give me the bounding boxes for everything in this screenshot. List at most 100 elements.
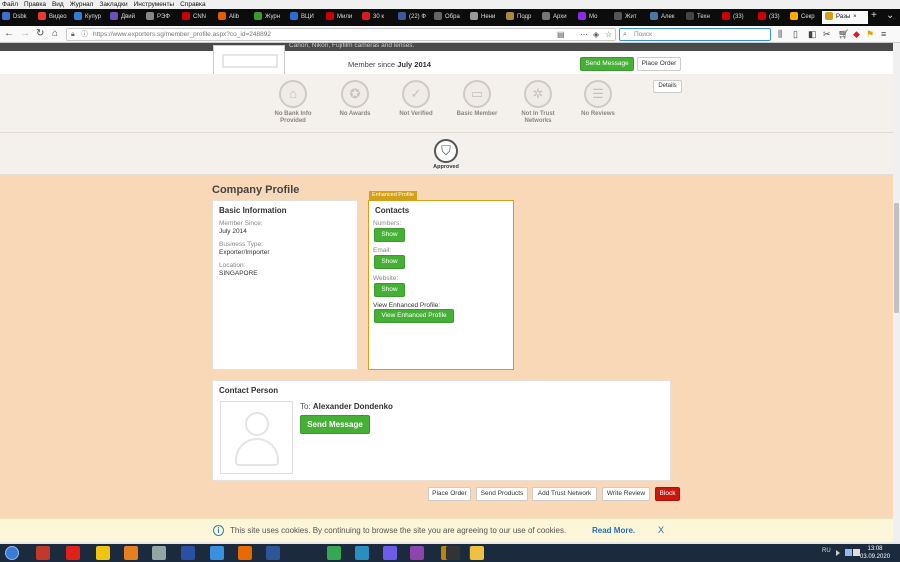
globe-icon[interactable]	[355, 546, 369, 560]
browser-tab[interactable]: Купур	[74, 11, 108, 24]
add-trust-network-button[interactable]: Add Trust Network	[532, 487, 597, 501]
browser-tab[interactable]: (22) Ф	[398, 11, 432, 24]
photos-icon[interactable]	[410, 546, 424, 560]
business-type-value: Exporter/Importer	[219, 249, 270, 256]
details-button[interactable]: Details	[653, 80, 682, 93]
read-more-link[interactable]: Read More.	[592, 526, 635, 535]
chrome-icon[interactable]	[327, 546, 341, 560]
show-website-button[interactable]: Show	[374, 283, 405, 297]
cookie-close-button[interactable]: X	[658, 525, 664, 535]
addon-icon[interactable]: ◆	[853, 29, 860, 40]
site-info-icon[interactable]: ⓘ	[81, 29, 88, 40]
tray-expand-icon[interactable]	[836, 550, 840, 556]
tab-label: Техн	[697, 14, 710, 20]
sidebar-icon[interactable]: ▯	[793, 29, 798, 40]
batman-icon[interactable]	[96, 546, 110, 560]
cart-icon[interactable]: 🛒︎	[838, 29, 849, 40]
back-icon[interactable]: ←	[4, 28, 14, 40]
menu-item[interactable]: Файл	[2, 1, 18, 8]
write-review-button[interactable]: Write Review	[602, 487, 650, 501]
profile-badge: ⌂ No Bank Info Provided	[263, 80, 323, 125]
menu-item[interactable]: Закладки	[99, 1, 127, 8]
close-tab-icon[interactable]: ×	[853, 14, 857, 20]
network-tray-icon[interactable]	[845, 549, 852, 556]
settings-icon[interactable]	[152, 546, 166, 560]
browser-tab[interactable]: Двий	[110, 11, 144, 24]
tray-language[interactable]: RU	[822, 548, 831, 554]
search-input[interactable]: ⌕ Поиск	[619, 28, 771, 41]
show-email-button[interactable]: Show	[374, 255, 405, 269]
volume-tray-icon[interactable]	[853, 549, 860, 556]
browser-tab[interactable]: Техн	[686, 11, 720, 24]
browser-tab[interactable]: Видео	[38, 11, 72, 24]
home-icon[interactable]: ⌂	[52, 28, 58, 40]
url-bar[interactable]: ⓘ 🔒︎ https://www.exporters.sg/member_pro…	[66, 28, 616, 41]
cyberlink-icon[interactable]	[36, 546, 50, 560]
page-actions-icon[interactable]: ⋯	[580, 29, 588, 40]
menu-icon[interactable]: ≡	[881, 29, 886, 39]
start-button[interactable]	[2, 544, 22, 562]
browser-tab[interactable]: (33)	[758, 11, 792, 24]
basic-info-title: Basic Information	[219, 206, 287, 215]
menu-item[interactable]: Справка	[180, 1, 206, 8]
browser-tab[interactable]: Архи	[542, 11, 576, 24]
reader-view-icon[interactable]: ▤	[557, 29, 565, 40]
browser-tab[interactable]: Алек	[650, 11, 684, 24]
addon-flag-icon[interactable]: ⚑	[866, 29, 874, 40]
browser-tab[interactable]: ВЦИ	[290, 11, 324, 24]
browser-tab[interactable]: Dsbk	[2, 11, 36, 24]
ie-icon[interactable]	[210, 546, 224, 560]
media-player-icon[interactable]	[124, 546, 138, 560]
reload-icon[interactable]: ↻	[36, 28, 44, 40]
browser-tab[interactable]: Нени	[470, 11, 504, 24]
g-icon[interactable]	[446, 546, 460, 560]
browser-tab[interactable]: Разы ×	[822, 11, 868, 24]
screenshot-icon[interactable]: ✂	[823, 29, 831, 40]
bookmark-star-icon[interactable]: ☆	[605, 29, 612, 40]
clock[interactable]: 13:08 03.09.2020	[860, 545, 890, 561]
block-button[interactable]: Block	[655, 487, 680, 501]
new-tab-button[interactable]: +	[871, 10, 877, 21]
clock-time: 13:08	[867, 546, 883, 552]
browser-tab[interactable]: Alib	[218, 11, 252, 24]
send-products-button[interactable]: Send Products	[476, 487, 528, 501]
browser-tab[interactable]: Журн	[254, 11, 288, 24]
browser-tab[interactable]: Секр	[790, 11, 824, 24]
place-order-action-button[interactable]: Place Order	[428, 487, 471, 501]
pocket-toolbar-icon[interactable]: ◧	[808, 29, 817, 40]
pocket-icon[interactable]: ◈	[593, 29, 599, 40]
browser-tab[interactable]: Мо	[578, 11, 612, 24]
browser-tab[interactable]: Жит	[614, 11, 648, 24]
save-icon[interactable]	[181, 546, 195, 560]
browser-tab[interactable]: CNN	[182, 11, 216, 24]
word-icon[interactable]	[266, 546, 280, 560]
menu-item[interactable]: Правка	[24, 1, 46, 8]
browser-tab[interactable]: РЭФ	[146, 11, 180, 24]
place-order-button[interactable]: Place Order	[637, 57, 681, 71]
send-message-button[interactable]: Send Message	[580, 57, 634, 71]
company-profile-title: Company Profile	[212, 184, 300, 196]
forward-icon[interactable]: →	[20, 28, 30, 40]
menu-item[interactable]: Вид	[52, 1, 64, 8]
opera-icon[interactable]	[66, 546, 80, 560]
contact-send-message-button[interactable]: Send Message	[300, 415, 370, 434]
app-icon[interactable]	[383, 546, 397, 560]
browser-tab[interactable]: Обра	[434, 11, 468, 24]
menu-item[interactable]: Инструменты	[134, 1, 175, 8]
show-numbers-button[interactable]: Show	[374, 228, 405, 242]
tab-label: CNN	[193, 14, 206, 20]
library-icon[interactable]: ⫼	[778, 29, 782, 40]
browser-tab[interactable]: Подр	[506, 11, 540, 24]
badge-label: No Reviews	[568, 111, 628, 118]
tab-overflow-icon[interactable]: ⌄	[886, 10, 894, 21]
view-enhanced-profile-button[interactable]: View Enhanced Profile	[374, 309, 454, 323]
contact-person-title: Contact Person	[219, 386, 279, 395]
explorer-icon[interactable]	[470, 546, 484, 560]
profile-header: Member since July 2014 Send Message Plac…	[0, 45, 893, 81]
menu-item[interactable]: Журнал	[70, 1, 94, 8]
browser-tab[interactable]: 30 к	[362, 11, 396, 24]
vertical-scrollbar[interactable]	[893, 43, 900, 542]
browser-tab[interactable]: (33)	[722, 11, 756, 24]
firefox-icon[interactable]	[238, 546, 252, 560]
browser-tab[interactable]: Мили	[326, 11, 360, 24]
